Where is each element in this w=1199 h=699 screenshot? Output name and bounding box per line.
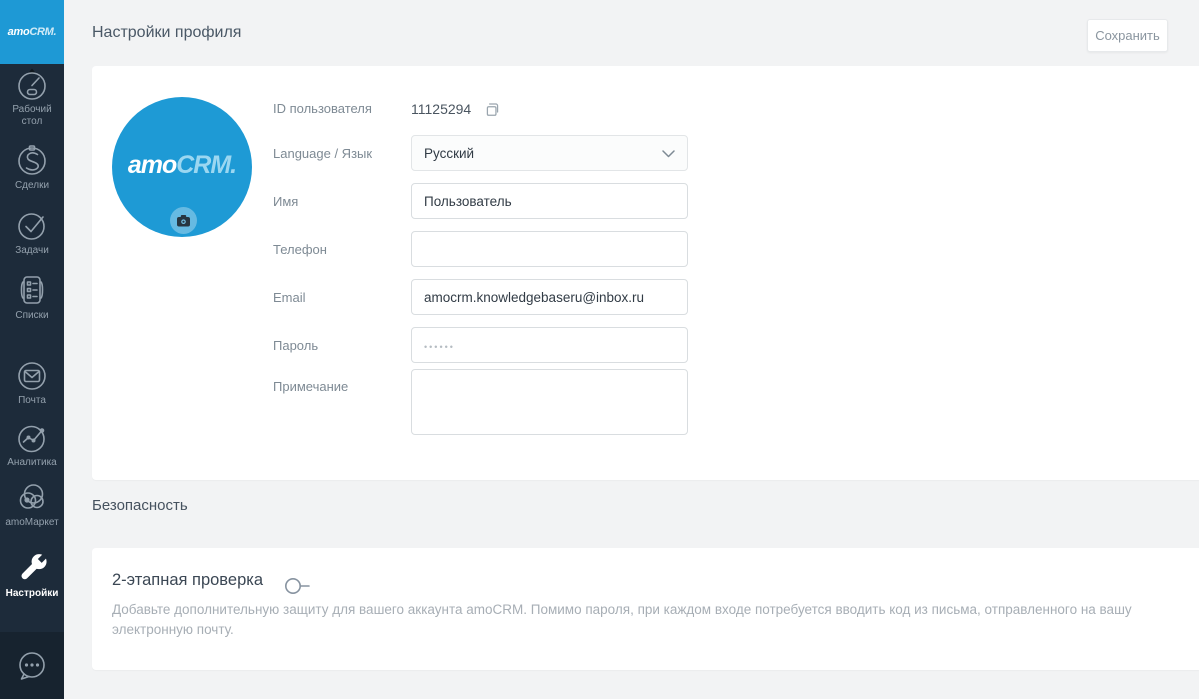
phone-input[interactable]	[411, 231, 688, 267]
sidebar-item-analytics[interactable]: Аналитика	[0, 419, 64, 469]
user-id-row: ID пользователя 11125294	[273, 97, 1199, 121]
email-row: Email	[273, 279, 1199, 315]
password-label: Пароль	[273, 337, 319, 353]
sidebar: amoCRM. Рабочий стол Сделки Задачи Списк…	[0, 0, 64, 699]
note-row: Примечание	[273, 369, 1199, 435]
note-label: Примечание	[273, 379, 349, 394]
two-factor-description: Добавьте дополнительную защиту для вашег…	[112, 602, 1132, 637]
chevron-down-icon	[662, 150, 675, 158]
language-select[interactable]: Русский	[411, 135, 688, 171]
sidebar-item-label: Задачи	[15, 245, 49, 256]
sidebar-item-label: Настройки	[5, 588, 59, 599]
logo-text: amoCRM.	[7, 26, 57, 38]
app-logo[interactable]: amoCRM.	[0, 0, 64, 64]
analytics-icon	[0, 419, 64, 455]
sidebar-item-tasks[interactable]: Задачи	[0, 207, 64, 257]
sidebar-item-label: Почта	[18, 395, 46, 406]
sidebar-item-label: Списки	[15, 310, 49, 321]
avatar[interactable]: amoCRM.	[112, 97, 252, 237]
two-factor-card: 2-этапная проверка Добавьте дополнительн…	[92, 548, 1199, 670]
sidebar-item-deals[interactable]: Сделки	[0, 142, 64, 192]
sidebar-item-settings[interactable]: Настройки	[0, 550, 64, 600]
sidebar-item-market[interactable]: amoМаркет	[0, 479, 64, 529]
camera-icon[interactable]	[170, 207, 197, 234]
name-input[interactable]	[411, 183, 688, 219]
sidebar-item-label: amoМаркет	[5, 517, 59, 528]
gauge-icon	[0, 66, 64, 102]
sidebar-item-label: Рабочий стол	[12, 104, 52, 127]
save-button[interactable]: Сохранить	[1087, 19, 1168, 52]
copy-icon[interactable]	[482, 100, 500, 123]
email-label: Email	[273, 289, 306, 305]
deals-icon	[0, 142, 64, 178]
chat-icon[interactable]	[12, 646, 52, 699]
user-id-value: 11125294	[411, 101, 472, 117]
market-icon	[0, 479, 64, 515]
password-row: Пароль	[273, 327, 1199, 363]
wrench-icon	[0, 550, 64, 586]
tasks-icon	[0, 207, 64, 243]
two-factor-toggle[interactable]	[284, 577, 314, 600]
name-row: Имя	[273, 183, 1199, 219]
mail-icon	[0, 357, 64, 393]
security-section-title: Безопасность	[92, 497, 188, 514]
language-row: Language / Язык Русский	[273, 135, 1199, 171]
avatar-logo-text: amoCRM.	[127, 151, 237, 179]
language-label: Language / Язык	[273, 145, 373, 161]
two-factor-title: 2-этапная проверка	[112, 571, 263, 589]
sidebar-item-label: Аналитика	[7, 457, 57, 468]
language-selected-value: Русский	[424, 145, 475, 161]
user-id-label: ID пользователя	[273, 101, 372, 116]
sidebar-item-lists[interactable]: Списки	[0, 272, 64, 322]
profile-card: amoCRM. ID пользователя 11125294 Languag…	[92, 66, 1199, 480]
name-label: Имя	[273, 193, 299, 209]
sidebar-item-mail[interactable]: Почта	[0, 357, 64, 407]
sidebar-item-label: Сделки	[14, 180, 50, 191]
phone-label: Телефон	[273, 241, 327, 257]
password-input[interactable]	[411, 327, 688, 363]
lists-icon	[0, 272, 64, 308]
email-input[interactable]	[411, 279, 688, 315]
sidebar-bottom-section	[0, 632, 64, 699]
sidebar-item-desktop[interactable]: Рабочий стол	[0, 66, 64, 128]
note-textarea[interactable]	[411, 369, 688, 435]
phone-row: Телефон	[273, 231, 1199, 267]
main-content: Настройки профиля Сохранить amoCRM. ID п…	[64, 0, 1199, 699]
page-title: Настройки профиля	[92, 24, 242, 41]
